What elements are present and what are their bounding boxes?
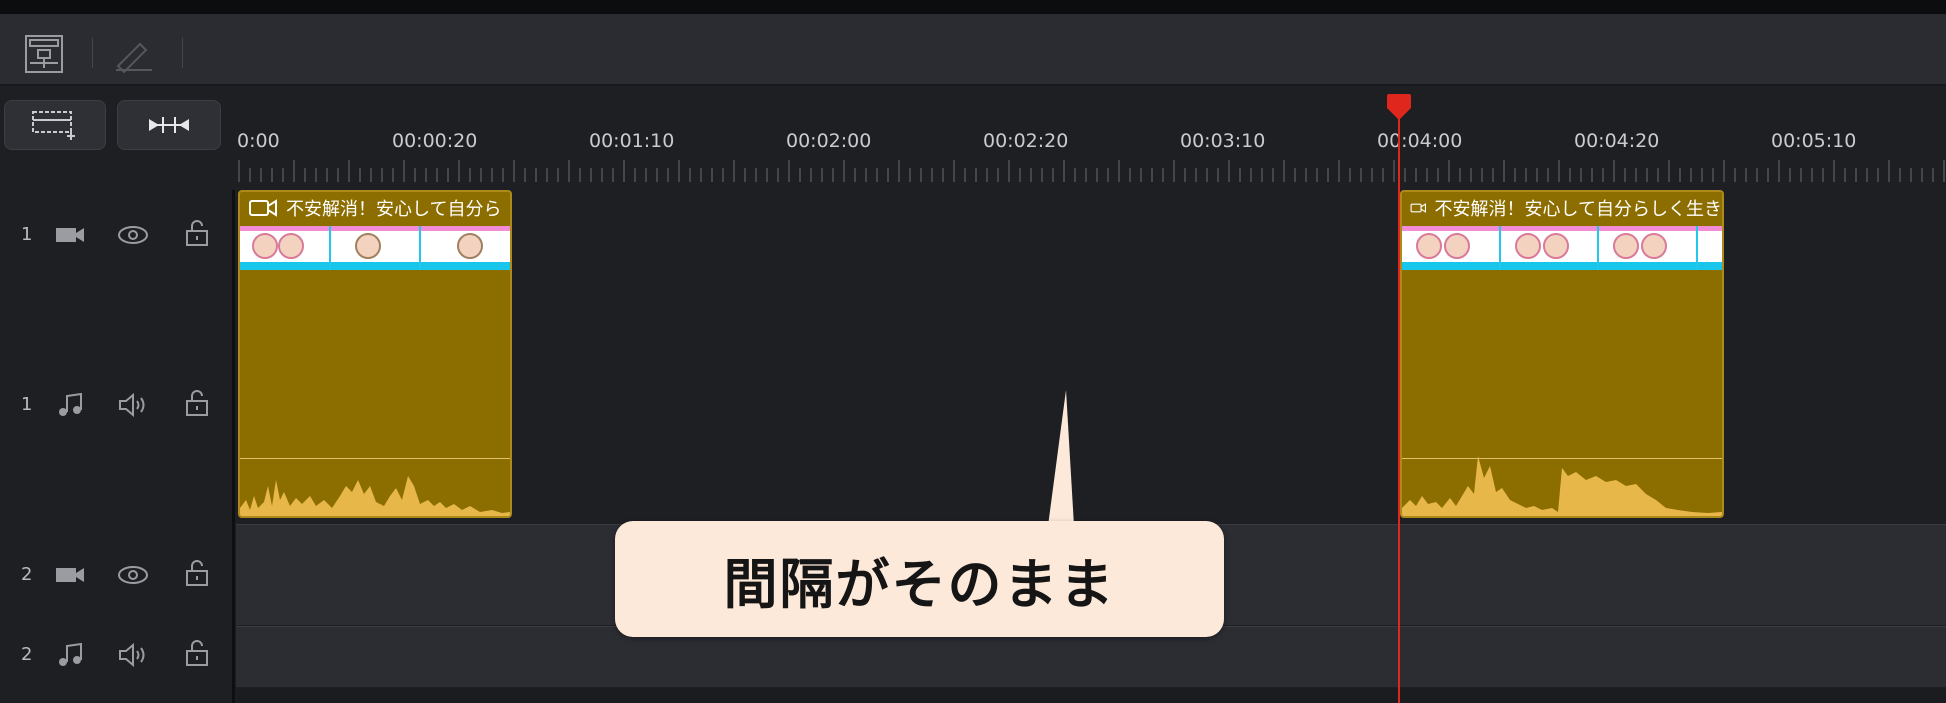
window-top-strip — [0, 0, 1946, 14]
timeline-bottom-bar — [236, 688, 1946, 703]
thumbnail — [421, 226, 510, 270]
clip-thumbnails — [240, 226, 510, 270]
thumbnail — [1500, 226, 1598, 270]
callout-text: 間隔がそのまま — [723, 551, 1116, 616]
track-header-video-2: 2 — [0, 558, 234, 598]
video-clip-icon — [249, 199, 277, 217]
ruler-label: 00:01:10 — [589, 130, 675, 152]
music-note-icon[interactable] — [52, 390, 88, 420]
thumbnail — [1697, 226, 1722, 270]
ruler-label: 00:00:20 — [392, 130, 478, 152]
speaker-icon[interactable] — [115, 640, 151, 670]
track-number: 2 — [21, 564, 33, 585]
ruler-ticks — [238, 160, 1945, 182]
track-header-video-1: 1 — [0, 218, 234, 258]
camera-icon[interactable] — [52, 560, 88, 590]
clip-thumbnails — [1402, 226, 1722, 270]
ruler-label: 00:04:20 — [1574, 130, 1660, 152]
video-clip-icon — [1410, 203, 1426, 213]
audio-waveform — [240, 476, 510, 516]
track-number: 1 — [21, 394, 33, 415]
music-note-icon[interactable] — [52, 640, 88, 670]
track-header-panel: 1 1 2 2 — [0, 86, 234, 703]
add-track-button[interactable] — [4, 100, 106, 150]
lock-icon[interactable] — [179, 218, 215, 248]
speaker-icon[interactable] — [115, 390, 151, 420]
panel-divider — [232, 190, 235, 703]
eye-icon[interactable] — [115, 220, 151, 250]
toolbar-divider — [182, 38, 183, 68]
ruler-label: 00:04:00 — [1377, 130, 1463, 152]
ruler-label: 0:00 — [237, 130, 280, 152]
ruler-label: 00:03:10 — [1180, 130, 1266, 152]
track-header-audio-2: 2 — [0, 638, 234, 678]
thumbnail — [240, 226, 329, 270]
clip-title: 不安解消！安心して自分ら — [286, 199, 502, 220]
clip-title: 不安解消！安心して自分らしく生き — [1434, 199, 1722, 220]
add-track-icon — [32, 111, 75, 140]
audio-waveform — [1402, 456, 1722, 516]
lock-icon[interactable] — [179, 388, 215, 418]
camera-icon[interactable] — [52, 220, 88, 250]
timeline-clip[interactable]: 不安解消！安心して自分ら — [238, 190, 512, 518]
ruler-label: 00:02:20 — [983, 130, 1069, 152]
thumbnail — [1599, 226, 1696, 270]
eye-icon[interactable] — [115, 560, 151, 590]
annotation-callout: 間隔がそのまま — [615, 521, 1224, 637]
track-number: 2 — [21, 644, 33, 665]
layout-icon[interactable] — [22, 32, 66, 76]
thumbnail — [1402, 226, 1499, 270]
thumbnail — [330, 226, 420, 270]
callout-pointer — [1048, 390, 1074, 526]
ruler-label: 00:05:10 — [1771, 130, 1857, 152]
lock-icon[interactable] — [179, 558, 215, 588]
toolbar-divider — [92, 38, 93, 68]
playhead-line — [1398, 112, 1400, 703]
track-header-audio-1: 1 — [0, 388, 234, 428]
split-gap-icon — [149, 117, 189, 133]
playhead-handle[interactable] — [1386, 92, 1412, 122]
ruler-label: 00:02:00 — [786, 130, 872, 152]
remove-gap-button[interactable] — [117, 100, 221, 150]
timeline-ruler[interactable]: 0:00 00:00:20 00:01:10 00:02:00 00:02:20… — [236, 86, 1946, 190]
lock-icon[interactable] — [179, 638, 215, 668]
timeline-clip[interactable]: 不安解消！安心して自分らしく生き — [1400, 190, 1724, 518]
track-number: 1 — [21, 224, 33, 245]
pen-icon[interactable] — [112, 32, 156, 76]
toolbar — [0, 14, 1946, 86]
